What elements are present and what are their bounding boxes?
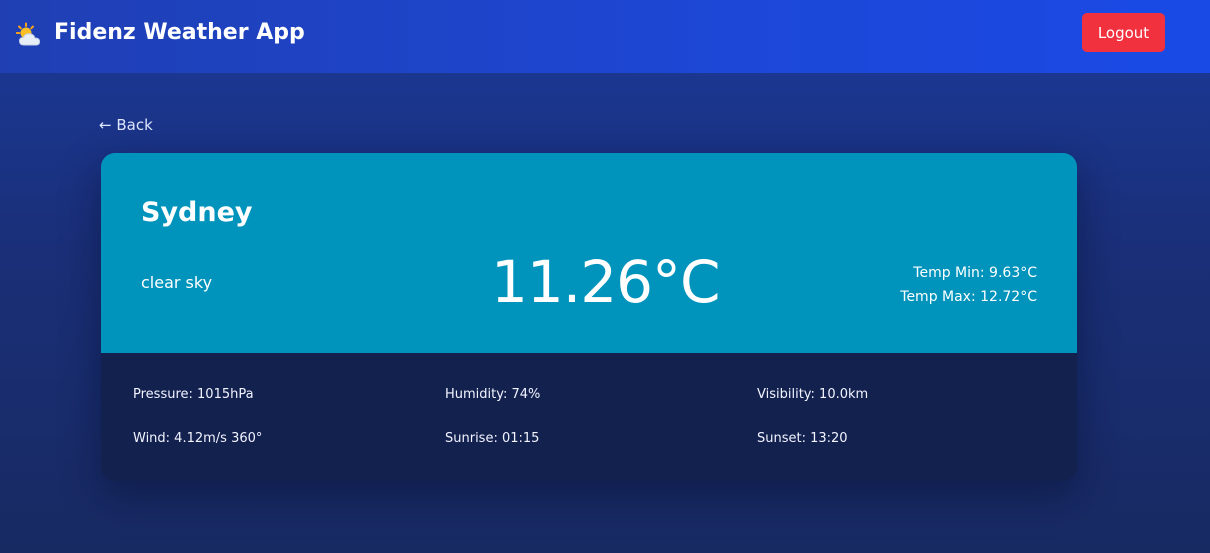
logout-button[interactable]: Logout <box>1082 13 1165 52</box>
sun-behind-cloud-icon <box>15 22 42 48</box>
pressure-stat: Pressure: 1015hPa <box>133 387 254 402</box>
temp-range: Temp Min: 9.63°C Temp Max: 12.72°C <box>900 261 1037 309</box>
wind-stat: Wind: 4.12m/s 360° <box>133 431 263 446</box>
sunset-stat: Sunset: 13:20 <box>757 431 848 446</box>
humidity-stat: Humidity: 74% <box>445 387 541 402</box>
back-link[interactable]: ← Back <box>99 116 153 134</box>
app-title: Fidenz Weather App <box>54 20 305 45</box>
weather-detail-card: Sydney clear sky 11.26°C Temp Min: 9.63°… <box>101 153 1077 481</box>
weather-summary-panel: Sydney clear sky 11.26°C Temp Min: 9.63°… <box>101 153 1077 353</box>
weather-details-panel: Pressure: 1015hPa Humidity: 74% Visibili… <box>101 353 1077 481</box>
top-navbar: Fidenz Weather App Logout <box>0 0 1210 73</box>
current-temperature: 11.26°C <box>491 248 721 316</box>
weather-description: clear sky <box>141 273 213 292</box>
sunrise-stat: Sunrise: 01:15 <box>445 431 540 446</box>
temp-max: Temp Max: 12.72°C <box>900 289 1037 305</box>
city-name: Sydney <box>141 197 253 228</box>
temp-min: Temp Min: 9.63°C <box>913 265 1037 281</box>
visibility-stat: Visibility: 10.0km <box>757 387 869 402</box>
